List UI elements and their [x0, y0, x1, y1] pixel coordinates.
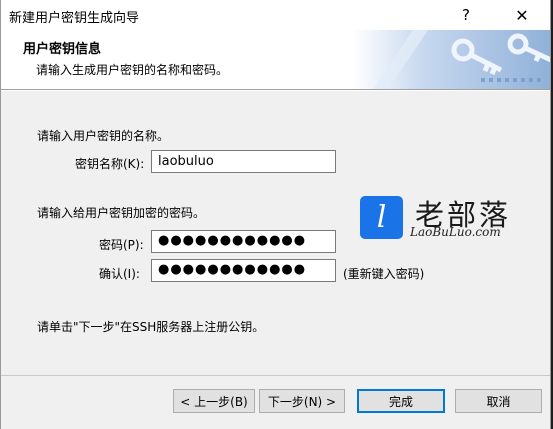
close-button[interactable]: ✕ [500, 2, 544, 28]
cancel-button[interactable]: 取消 [455, 389, 542, 413]
page-subtitle: 请输入生成用户密钥的名称和密码。 [36, 63, 229, 77]
password-input[interactable]: ●●●●●●●●●●●● [151, 230, 336, 253]
wizard-header: 用户密钥信息 请输入生成用户密钥的名称和密码。 [1, 30, 550, 89]
back-button[interactable]: < 上一步(B) [173, 389, 255, 413]
finish-button[interactable]: 完成 [357, 389, 445, 413]
key-name-input[interactable]: laobuluo [151, 150, 336, 173]
confirm-label: 确认(I): [99, 267, 140, 281]
page-title: 用户密钥信息 [23, 42, 102, 57]
footer-divider [1, 375, 550, 376]
password-instruction: 请输入给用户密钥加密的密码。 [37, 206, 206, 220]
title-bar[interactable]: 新建用户密钥生成向导 ? ✕ [1, 0, 550, 30]
help-button[interactable]: ? [444, 2, 488, 28]
confirm-hint: (重新键入密码) [343, 267, 425, 281]
key-name-label: 密钥名称(K): [75, 157, 145, 171]
key-icon [353, 30, 550, 89]
window-title: 新建用户密钥生成向导 [9, 11, 140, 26]
logo-icon: l [360, 196, 403, 239]
footer-note: 请单击"下一步"在SSH服务器上注册公钥。 [37, 320, 265, 334]
logo-text-en: LaoBuLuo.com [410, 225, 501, 239]
wizard-window: 新建用户密钥生成向导 ? ✕ 用户密钥信息 请输入生成用户密钥的名称和密码。 请… [0, 0, 551, 429]
name-instruction: 请输入用户密钥的名称。 [37, 129, 170, 143]
password-label: 密码(P): [99, 238, 144, 252]
confirm-password-input[interactable]: ●●●●●●●●●●●● [151, 259, 336, 282]
header-divider-highlight [1, 90, 550, 91]
next-button[interactable]: 下一步(N) > [259, 389, 345, 413]
watermark-logo: l 老部落 LaoBuLuo.com [358, 196, 543, 242]
